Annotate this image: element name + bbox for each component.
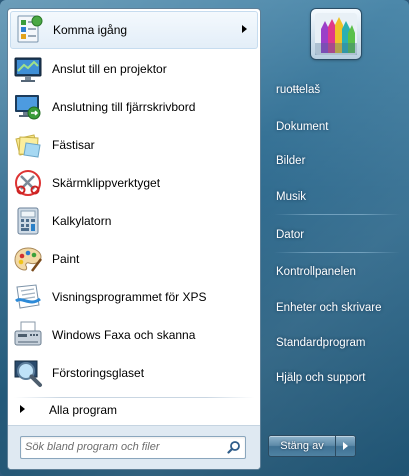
program-label: Fästisar [52,138,95,152]
right-item-user[interactable]: ruoŧŧelaš [267,76,405,104]
program-item-magnifier[interactable]: Förstoringsglaset [8,354,260,392]
program-item-sticky-notes[interactable]: Fästisar [8,126,260,164]
program-label: Skärmklippverktyget [52,176,161,190]
user-picture[interactable] [311,9,361,59]
program-label: Kalkylatorn [52,214,112,228]
expand-arrow-icon [20,405,25,413]
right-item-help-support[interactable]: Hjälp och support [267,364,405,392]
magnifier-icon [12,357,44,389]
program-label: Windows Faxa och skanna [52,328,196,342]
right-item-control-panel[interactable]: Kontrollpanelen [267,258,405,286]
search-area [8,425,260,469]
program-label: Anslutning till fjärrskrivbord [52,100,196,114]
right-item-label: Bilder [276,155,306,167]
submenu-arrow-icon[interactable] [242,25,247,33]
projector-icon [12,53,44,85]
program-item-xps-viewer[interactable]: Visningsprogrammet för XPS [8,278,260,316]
shutdown-button[interactable]: Stäng av [268,435,336,457]
right-item-music[interactable]: Musik [267,183,405,211]
program-label: Paint [52,252,80,266]
program-label: Visningsprogrammet för XPS [52,290,207,304]
crayons-icon [315,13,357,55]
program-item-fax-scan[interactable]: Windows Faxa och skanna [8,316,260,354]
shutdown-options-button[interactable] [336,435,356,457]
program-label: Förstoringsglaset [52,366,145,380]
right-item-label: Standardprogram [276,337,366,349]
getting-started-icon [13,13,45,45]
right-item-devices-printers[interactable]: Enheter och skrivare [267,294,405,322]
right-item-label: Enheter och skrivare [276,302,382,314]
snipping-tool-icon [12,167,44,199]
paint-icon [12,243,44,275]
divider [14,397,254,398]
program-label: Komma igång [53,23,128,37]
program-item-snipping-tool[interactable]: Skärmklippverktyget [8,164,260,202]
search-box[interactable] [20,436,246,459]
right-item-computer[interactable]: Dator [267,221,405,249]
sticky-notes-icon [12,129,44,161]
right-separator [274,252,400,253]
fax-scan-icon [12,319,44,351]
right-item-pictures[interactable]: Bilder [267,147,405,175]
right-item-label: Hjälp och support [276,372,366,384]
right-item-label: ruoŧŧelaš [276,84,321,96]
program-item-paint[interactable]: Paint [8,240,260,278]
right-item-label: Dokument [276,121,329,133]
right-item-default-programs[interactable]: Standardprogram [267,329,405,357]
program-item-getting-started[interactable]: Komma igång [10,11,258,49]
all-programs-label: Alla program [49,403,118,417]
program-item-projector[interactable]: Anslut till en projektor [8,50,260,88]
shutdown-group: Stäng av [268,435,356,457]
start-menu: Komma igång Anslut till en projektor Ans… [0,0,409,476]
pinned-program-list: Komma igång Anslut till en projektor Ans… [8,9,260,392]
right-item-label: Kontrollpanelen [276,266,356,278]
right-item-label: Musik [276,191,307,203]
chevron-right-icon [343,442,348,450]
calculator-icon [12,205,44,237]
program-label: Anslut till en projektor [52,62,167,76]
remote-desktop-icon [12,91,44,123]
right-separator [274,214,400,215]
search-icon[interactable] [227,440,241,454]
search-input[interactable] [25,438,220,456]
right-item-documents[interactable]: Dokument [267,113,405,141]
program-pane: Komma igång Anslut till en projektor Ans… [7,8,261,470]
xps-viewer-icon [12,281,44,313]
right-item-label: Dator [276,229,305,241]
all-programs-button[interactable]: Alla program [8,399,260,421]
program-item-remote-desktop[interactable]: Anslutning till fjärrskrivbord [8,88,260,126]
program-item-calculator[interactable]: Kalkylatorn [8,202,260,240]
